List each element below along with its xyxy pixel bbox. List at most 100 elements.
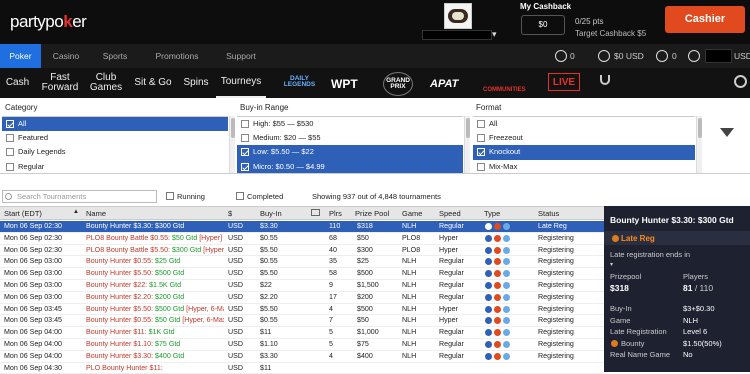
filter-funnel-icon[interactable] — [720, 128, 734, 137]
col-currency[interactable]: $ — [228, 209, 232, 218]
checkbox[interactable] — [477, 120, 485, 129]
grand-prix-brand[interactable]: GRAND PRIX — [383, 72, 413, 96]
col-prize-pool[interactable]: Prize Pool — [355, 209, 389, 218]
filter-format-option[interactable]: Mix-Max — [473, 160, 695, 173]
username-redacted[interactable] — [422, 30, 492, 40]
avatar[interactable] — [444, 3, 472, 29]
checkbox[interactable] — [477, 134, 485, 143]
filter-column-icon[interactable] — [311, 209, 320, 216]
subnav-club-games[interactable]: Club Games — [85, 68, 127, 98]
points-icon[interactable] — [656, 50, 668, 62]
checkbox[interactable] — [241, 134, 249, 143]
players-label: Players — [683, 272, 709, 281]
subnav-spins[interactable]: Spins — [179, 68, 213, 98]
table-row[interactable]: Mon 06 Sep 04:30 USD $11 PLO Bounty Hunter … — [0, 363, 604, 374]
table-row[interactable]: Mon 06 Sep 03:00 USD $2.20 17 $200 NLH Regular… — [0, 292, 604, 304]
live-brand[interactable]: LIVE — [548, 73, 580, 91]
table-row[interactable]: Mon 06 Sep 02:30 USD $3.30 110 $318 NLH Regula… — [0, 221, 604, 233]
filter-option-label: Micro: $0.50 — $4.99 — [253, 161, 325, 171]
tab-casino[interactable]: Casino — [44, 44, 88, 68]
table-row[interactable]: Mon 06 Sep 04:00 USD $1.10 5 $75 NLH Regular Re… — [0, 339, 604, 351]
table-row[interactable]: Mon 06 Sep 03:00 USD $5.50 58 $500 NLH Regular… — [0, 268, 604, 280]
tab-promotions[interactable]: Promotions — [147, 44, 207, 68]
table-row[interactable]: Mon 06 Sep 03:45 USD $5.50 4 $500 NLH Hyper Reg… — [0, 304, 604, 316]
name-cell: Bounty Hunter $22: $1.5K Gtd — [86, 280, 224, 292]
cashback-amount[interactable]: $0 — [521, 15, 565, 35]
tourney-tags: [Hyper, 6-Max] — [186, 304, 224, 313]
category-scrollbar[interactable] — [229, 116, 235, 173]
apat-brand[interactable]: APAT — [430, 74, 458, 94]
communities-brand[interactable]: COMMUNITIES — [483, 80, 526, 100]
wallet-icon[interactable] — [598, 50, 610, 62]
format-scrollbar[interactable] — [696, 116, 702, 173]
daily-legends-brand[interactable]: DAILY LEGENDS — [282, 72, 317, 92]
gear-icon[interactable] — [734, 75, 747, 88]
running-checkbox[interactable] — [166, 192, 174, 200]
knockout-icon — [494, 352, 501, 360]
knockout-icon — [494, 223, 501, 230]
filter-format-option[interactable]: All — [473, 117, 695, 131]
filter-category-option[interactable]: Featured — [2, 131, 228, 145]
buyin-scrollbar[interactable] — [464, 116, 470, 173]
filter-format-option[interactable]: Knockout — [473, 145, 695, 160]
subnav-sit-go[interactable]: Sit & Go — [130, 68, 176, 98]
tab-sports[interactable]: Sports — [93, 44, 137, 68]
snowflake-icon — [503, 270, 510, 278]
account-icon[interactable] — [688, 50, 700, 62]
partypoker-logo[interactable]: partypoker — [10, 12, 87, 32]
checkbox[interactable] — [6, 148, 14, 157]
trophy-icon[interactable] — [600, 75, 610, 85]
table-row[interactable]: Mon 06 Sep 03:00 USD $0.55 35 $25 NLH Regular R… — [0, 256, 604, 269]
checkbox[interactable] — [241, 120, 249, 129]
filter-format-option[interactable]: Freezeout — [473, 131, 695, 145]
checkbox[interactable] — [6, 162, 14, 171]
filter-buyin-option[interactable]: Medium: $20 — $55 — [237, 131, 463, 145]
checkbox[interactable] — [241, 148, 249, 157]
currency-cell: USD — [228, 233, 243, 242]
col-game[interactable]: Game — [402, 209, 422, 218]
table-row[interactable]: Mon 06 Sep 04:00 USD $11 5 $1,000 NLH Regular R… — [0, 327, 604, 339]
chevron-down-icon[interactable]: ▾ — [610, 261, 613, 268]
col-players[interactable]: Plrs — [329, 209, 342, 218]
filter-buyin-option[interactable]: High: $55 — $530 — [237, 117, 463, 131]
chevron-down-icon[interactable]: ▾ — [492, 29, 497, 40]
subnav-cash[interactable]: Cash — [0, 68, 35, 98]
table-row[interactable]: Mon 06 Sep 04:00 USD $3.30 4 $400 NLH Regular R… — [0, 351, 604, 363]
players-cell: 4 — [329, 304, 333, 313]
col-buyin[interactable]: Buy-In — [260, 209, 282, 218]
checkbox[interactable] — [241, 162, 249, 171]
table-row[interactable]: Mon 06 Sep 03:00 USD $22 9 $1,500 NLH Regular R… — [0, 280, 604, 292]
cashback-icon[interactable] — [555, 50, 567, 62]
table-row[interactable]: Mon 06 Sep 03:45 USD $0.55 7 $50 NLH Hyper Regi… — [0, 315, 604, 328]
filter-buyin-option[interactable]: Micro: $0.50 — $4.99 — [237, 159, 463, 173]
subnav-tourneys[interactable]: Tourneys — [216, 68, 266, 98]
filter-category-option[interactable]: Daily Legends — [2, 145, 228, 159]
checkbox[interactable] — [477, 148, 485, 157]
col-start[interactable]: Start (EDT) — [4, 209, 42, 218]
col-status[interactable]: Status — [538, 209, 559, 218]
table-row[interactable]: Mon 06 Sep 02:30 USD $5.50 40 $300 PLO8 Hyper R… — [0, 245, 604, 257]
search-input[interactable]: Search Tournaments — [2, 190, 157, 203]
filter-category-option[interactable]: Regular — [2, 160, 228, 173]
tab-poker[interactable]: Poker — [0, 44, 41, 68]
tab-support[interactable]: Support — [218, 44, 264, 68]
prize-cell: $400 — [357, 351, 373, 360]
currency-cell: USD — [228, 351, 243, 360]
col-name[interactable]: Name — [86, 209, 106, 218]
col-type[interactable]: Type — [484, 209, 500, 218]
cashier-button[interactable]: Cashier — [665, 6, 745, 33]
checkbox[interactable] — [6, 120, 14, 129]
filter-category-option[interactable]: All — [2, 117, 228, 132]
filter-buyin-option[interactable]: Low: $5.50 — $22 — [237, 145, 463, 160]
checkbox[interactable] — [477, 162, 485, 171]
completed-checkbox[interactable] — [236, 192, 244, 200]
name-cell: PLO Bounty Hunter $11: — [86, 363, 224, 374]
col-speed[interactable]: Speed — [439, 209, 461, 218]
wpt-brand[interactable]: WPT — [331, 74, 358, 94]
checkbox[interactable] — [6, 134, 14, 143]
late-reg-ends-label: Late registration ends in — [610, 250, 691, 259]
subnav-fast-forward[interactable]: Fast Forward — [37, 68, 83, 98]
table-row[interactable]: Mon 06 Sep 02:30 USD $0.55 68 $50 PLO8 Hyper Re… — [0, 233, 604, 245]
sort-asc-icon[interactable]: ▲ — [73, 209, 79, 215]
currency-cell: USD — [228, 292, 243, 301]
